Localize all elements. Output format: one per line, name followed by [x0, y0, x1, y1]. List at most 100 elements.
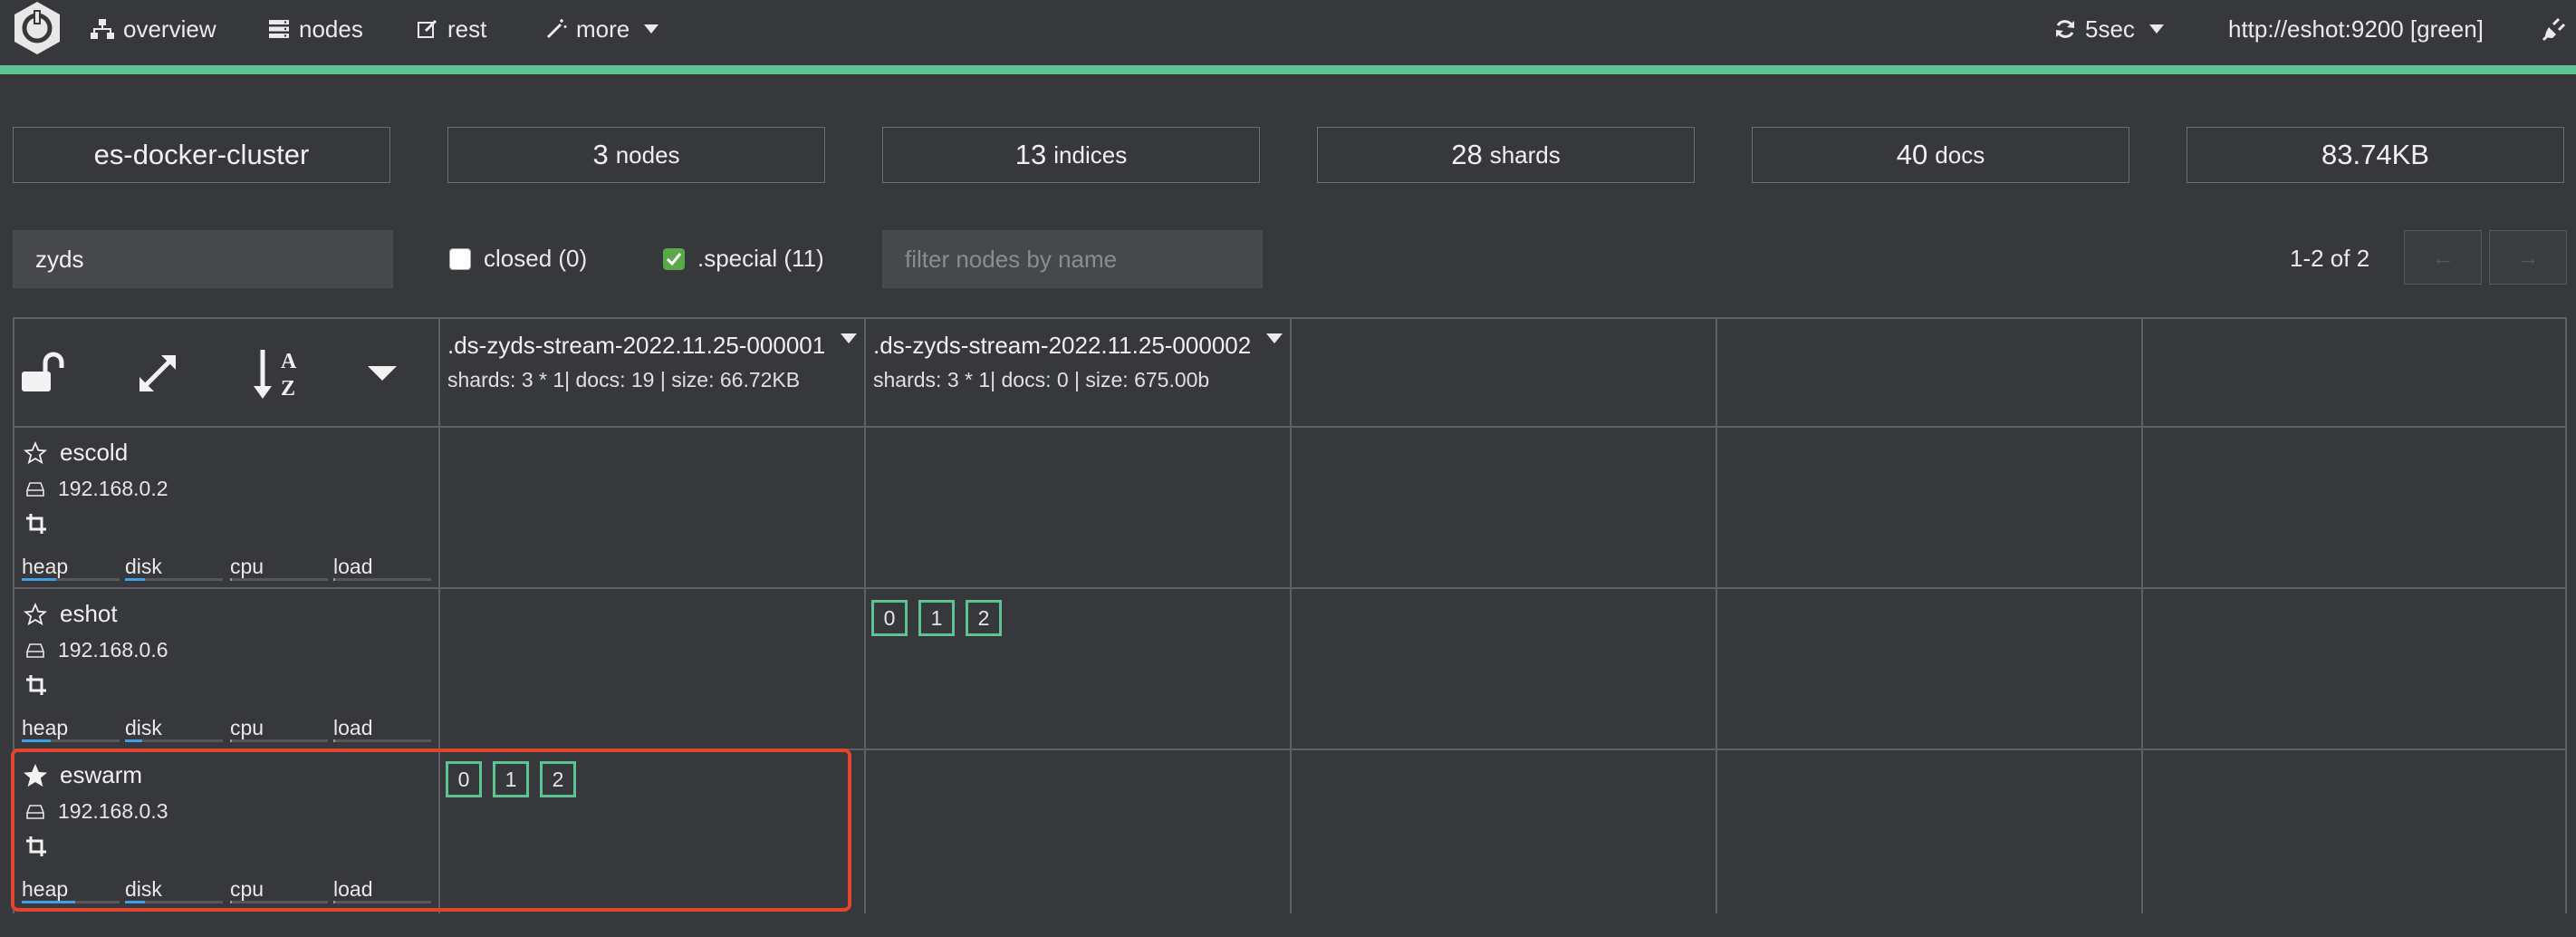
metric-bar-fill: [22, 739, 51, 742]
shard-eshot-idx2-2[interactable]: 2: [966, 600, 1002, 636]
metric-bar-disk: [125, 578, 223, 581]
grid-line: [2141, 317, 2143, 913]
nodes-unit: nodes: [615, 140, 680, 169]
indices-unit: indices: [1053, 140, 1128, 169]
checkbox-unchecked-icon[interactable]: [449, 247, 471, 270]
metric-label-load: load: [333, 877, 373, 901]
node-ip-row: 192.168.0.2: [25, 477, 168, 501]
caret-down-icon[interactable]: [368, 364, 397, 382]
shards-unit: shards: [1489, 140, 1561, 169]
metric-bar-fill: [230, 739, 232, 742]
cluster-health-bar: [0, 65, 2576, 74]
nav-nodes[interactable]: nodes: [268, 9, 363, 49]
next-page-button[interactable]: →: [2489, 230, 2567, 285]
checkbox-checked-icon[interactable]: [663, 247, 685, 270]
nav-more-dropdown[interactable]: more: [545, 9, 659, 49]
nodes-count-box: 3 nodes: [447, 127, 825, 183]
edit-icon: [418, 19, 437, 38]
index-name-1[interactable]: .ds-zyds-stream-2022.11.25-000001: [447, 332, 825, 360]
index-filter-input[interactable]: [13, 230, 393, 288]
hdd-icon: [26, 642, 44, 658]
metric-bar-load: [333, 578, 431, 581]
indices-count: 13: [1014, 139, 1047, 170]
node-name: eswarm: [60, 761, 143, 788]
cluster-name-box: es-docker-cluster: [13, 127, 390, 183]
metric-bar-fill: [230, 901, 232, 903]
metric-label-disk: disk: [125, 716, 162, 739]
unlock-icon[interactable]: [20, 352, 67, 393]
svg-text:A: A: [281, 350, 297, 373]
special-label: .special (11): [697, 245, 824, 272]
node-name-row[interactable]: eshot: [24, 600, 118, 628]
index-menu-2-chevron-down-icon[interactable]: [1266, 333, 1283, 343]
metric-bar-cpu: [230, 739, 328, 742]
total-size: 83.74KB: [2321, 139, 2429, 170]
index-info-2: shards: 3 * 1| docs: 0 | size: 675.00b: [873, 368, 1210, 391]
node-ip: 192.168.0.6: [58, 638, 168, 662]
metric-label-heap: heap: [22, 716, 69, 739]
sort-alpha-icon[interactable]: AZ: [250, 346, 301, 401]
metric-bar-fill: [333, 901, 335, 903]
grid-line: [438, 317, 440, 913]
metric-bar-disk: [125, 901, 223, 903]
nav-overview[interactable]: overview: [91, 9, 216, 49]
metric-bar-heap: [22, 739, 120, 742]
prev-page-button[interactable]: ←: [2404, 230, 2482, 285]
index-menu-1-chevron-down-icon[interactable]: [841, 333, 857, 343]
hdd-icon: [26, 804, 44, 819]
chevron-down-icon: [2148, 24, 2164, 34]
crop-icon[interactable]: [25, 674, 47, 696]
metric-label-heap: heap: [22, 877, 69, 901]
special-checkbox[interactable]: .special (11): [663, 245, 824, 273]
metric-label-cpu: cpu: [230, 877, 264, 901]
shard-eshot-idx2-1[interactable]: 1: [918, 600, 955, 636]
hdd-icon: [26, 481, 44, 497]
metric-bar-fill: [333, 739, 335, 742]
metric-bar-disk: [125, 739, 223, 742]
shard-eswarm-idx1-2[interactable]: 2: [540, 761, 576, 797]
grid-line: [864, 317, 866, 913]
app-logo-icon[interactable]: [9, 0, 65, 56]
metric-bar-fill: [125, 739, 142, 742]
crop-icon[interactable]: [25, 513, 47, 535]
node-name-row[interactable]: escold: [24, 439, 128, 467]
docs-count-box: 40 docs: [1752, 127, 2129, 183]
metric-label-disk: disk: [125, 877, 162, 901]
metric-bar-load: [333, 901, 431, 903]
metric-bar-load: [333, 739, 431, 742]
index-name-2[interactable]: .ds-zyds-stream-2022.11.25-000002: [873, 332, 1251, 360]
closed-checkbox[interactable]: closed (0): [449, 245, 587, 273]
expand-icon[interactable]: [136, 352, 179, 395]
crop-icon[interactable]: [25, 836, 47, 857]
closed-label: closed (0): [484, 245, 588, 272]
refresh-interval-dropdown[interactable]: 5sec: [2054, 9, 2164, 49]
metric-label-cpu: cpu: [230, 716, 264, 739]
server-icon: [269, 20, 289, 38]
nav-more-label: more: [576, 14, 630, 43]
star-filled-icon: [24, 763, 47, 787]
node-filter-input[interactable]: [882, 230, 1263, 288]
shard-eswarm-idx1-0[interactable]: 0: [446, 761, 482, 797]
nodes-count: 3: [592, 139, 609, 170]
grid-line: [13, 317, 14, 913]
sitemap-icon: [91, 19, 114, 39]
nav-rest[interactable]: rest: [417, 9, 486, 49]
metric-bar-fill: [125, 578, 145, 581]
node-ip: 192.168.0.3: [58, 799, 168, 823]
shard-eswarm-idx1-1[interactable]: 1: [493, 761, 529, 797]
svg-text:Z: Z: [281, 377, 295, 401]
refresh-icon: [2056, 20, 2074, 38]
plug-icon[interactable]: [2542, 16, 2567, 42]
metric-label-cpu: cpu: [230, 555, 264, 578]
docs-count: 40: [1896, 139, 1928, 170]
cluster-connection[interactable]: http://eshot:9200 [green]: [2228, 9, 2484, 49]
grid-line: [1290, 317, 1292, 913]
node-name-row[interactable]: eswarm: [24, 761, 142, 789]
shard-eshot-idx2-0[interactable]: 0: [871, 600, 908, 636]
docs-unit: docs: [1935, 140, 1985, 169]
shards-count-box: 28 shards: [1317, 127, 1695, 183]
indices-count-box: 13 indices: [882, 127, 1260, 183]
nav-rest-label: rest: [447, 14, 487, 43]
node-name: escold: [60, 439, 129, 466]
node-ip-row: 192.168.0.6: [25, 638, 168, 662]
